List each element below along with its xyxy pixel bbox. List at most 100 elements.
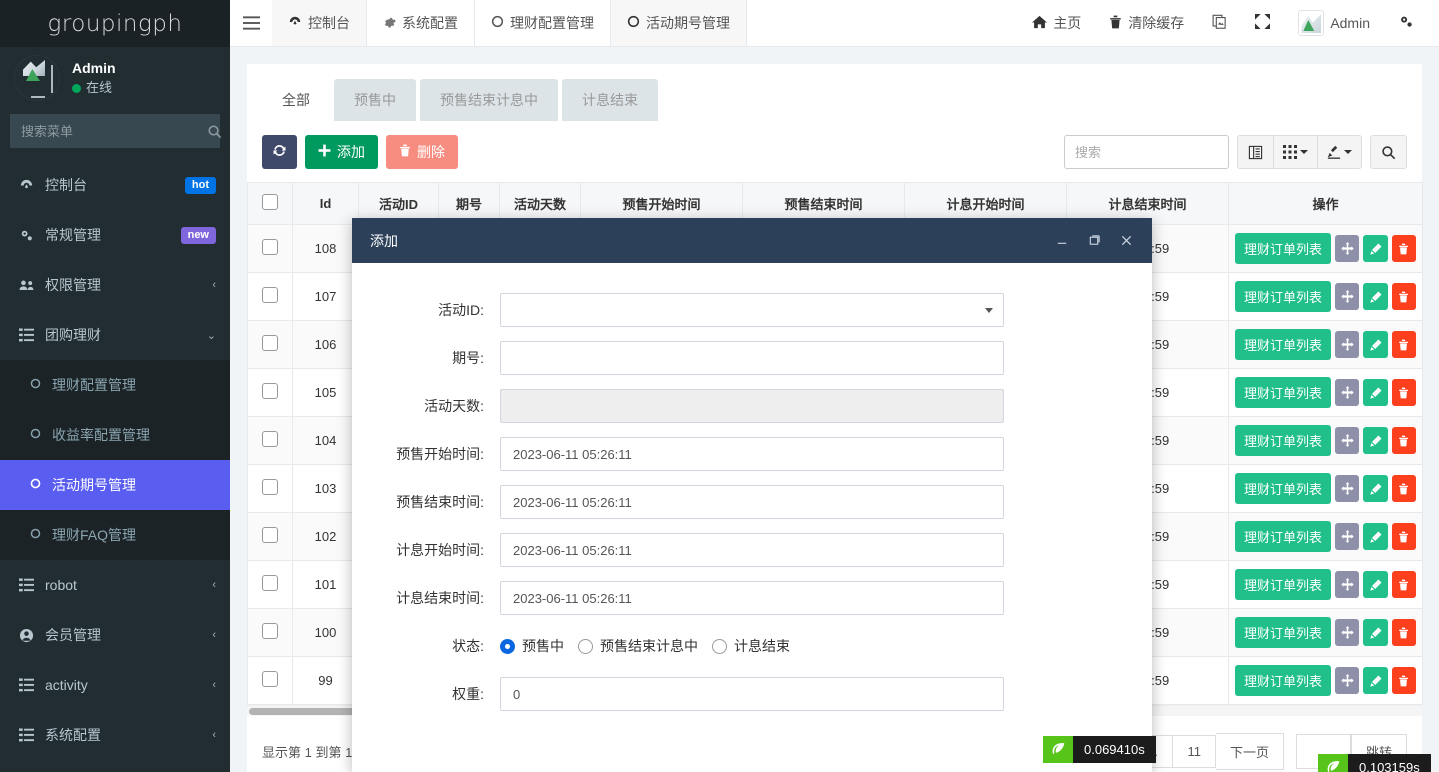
home-button[interactable]: 主页 <box>1019 0 1094 47</box>
columns-icon[interactable] <box>1237 135 1274 169</box>
order-list-button[interactable]: 理财订单列表 <box>1235 281 1331 312</box>
next-page-button[interactable]: 下一页 <box>1216 733 1284 770</box>
row-checkbox[interactable] <box>262 239 278 255</box>
radio-presale-ended-accruing[interactable]: 预售结束计息中 <box>578 636 698 656</box>
row-checkbox-cell[interactable] <box>248 225 293 273</box>
tab-presale-ended-accruing[interactable]: 预售结束计息中 <box>420 79 558 121</box>
move-icon[interactable] <box>1335 379 1359 406</box>
accrual-end-input[interactable] <box>500 581 1004 615</box>
trash-icon[interactable] <box>1392 523 1416 550</box>
sidebar-item-members[interactable]: 会员管理 ‹ <box>0 610 230 660</box>
row-checkbox-cell[interactable] <box>248 417 293 465</box>
move-icon[interactable] <box>1335 475 1359 502</box>
row-checkbox-cell[interactable] <box>248 273 293 321</box>
order-list-button[interactable]: 理财订单列表 <box>1235 377 1331 408</box>
pencil-icon[interactable] <box>1363 379 1387 406</box>
move-icon[interactable] <box>1335 619 1359 646</box>
add-button[interactable]: 添加 <box>305 135 378 169</box>
top-tab-finance-config[interactable]: 理财配置管理 <box>475 0 611 46</box>
order-list-button[interactable]: 理财订单列表 <box>1235 665 1331 696</box>
row-checkbox[interactable] <box>262 527 278 543</box>
hamburger-icon[interactable] <box>230 0 272 46</box>
row-checkbox[interactable] <box>262 671 278 687</box>
row-checkbox[interactable] <box>262 383 278 399</box>
row-checkbox[interactable] <box>262 575 278 591</box>
trash-icon[interactable] <box>1392 667 1416 694</box>
row-checkbox-cell[interactable] <box>248 321 293 369</box>
row-checkbox-cell[interactable] <box>248 465 293 513</box>
trash-icon[interactable] <box>1392 379 1416 406</box>
trash-icon[interactable] <box>1392 331 1416 358</box>
row-checkbox[interactable] <box>262 335 278 351</box>
row-checkbox[interactable] <box>262 287 278 303</box>
pencil-icon[interactable] <box>1363 427 1387 454</box>
table-search-input[interactable] <box>1064 135 1229 169</box>
maximize-icon[interactable] <box>1080 227 1108 255</box>
sidebar-item-system-config[interactable]: 系统配置 ‹ <box>0 710 230 760</box>
sidebar-item-activity[interactable]: activity ‹ <box>0 660 230 710</box>
row-checkbox-cell[interactable] <box>248 561 293 609</box>
order-list-button[interactable]: 理财订单列表 <box>1235 617 1331 648</box>
pencil-icon[interactable] <box>1363 667 1387 694</box>
order-list-button[interactable]: 理财订单列表 <box>1235 473 1331 504</box>
tab-accrual-ended[interactable]: 计息结束 <box>562 79 658 121</box>
sidebar-search[interactable] <box>10 114 220 148</box>
row-checkbox-cell[interactable] <box>248 369 293 417</box>
th-id[interactable]: Id <box>293 183 359 225</box>
move-icon[interactable] <box>1335 427 1359 454</box>
minimize-icon[interactable] <box>1048 227 1076 255</box>
weight-input[interactable] <box>500 677 1004 711</box>
row-checkbox[interactable] <box>262 479 278 495</box>
order-list-button[interactable]: 理财订单列表 <box>1235 569 1331 600</box>
row-checkbox[interactable] <box>262 431 278 447</box>
order-list-button[interactable]: 理财订单列表 <box>1235 425 1331 456</box>
presale-end-input[interactable] <box>500 485 1004 519</box>
sidebar-item-activity-period[interactable]: 活动期号管理 <box>0 460 230 510</box>
sidebar-item-permissions[interactable]: 权限管理 ‹ <box>0 260 230 310</box>
clear-cache-button[interactable]: 清除缓存 <box>1096 0 1197 47</box>
row-checkbox-cell[interactable] <box>248 513 293 561</box>
order-list-button[interactable]: 理财订单列表 <box>1235 521 1331 552</box>
refresh-button[interactable] <box>262 135 297 169</box>
select-all-checkbox[interactable] <box>262 194 278 210</box>
pencil-icon[interactable] <box>1363 331 1387 358</box>
tab-all[interactable]: 全部 <box>262 79 330 121</box>
activity-id-select[interactable] <box>500 293 1004 327</box>
top-tab-system-config[interactable]: 系统配置 <box>367 0 475 46</box>
settings-button[interactable] <box>1385 0 1427 47</box>
screenshot-button[interactable] <box>1199 0 1240 47</box>
trash-icon[interactable] <box>1392 427 1416 454</box>
search-icon[interactable] <box>1370 135 1407 169</box>
radio-presale[interactable]: 预售中 <box>500 636 564 656</box>
sidebar-item-rate-config[interactable]: 收益率配置管理 <box>0 410 230 460</box>
move-icon[interactable] <box>1335 283 1359 310</box>
grid-icon[interactable] <box>1274 135 1318 169</box>
period-input[interactable] <box>500 341 1004 375</box>
sidebar-item-finance-faq[interactable]: 理财FAQ管理 <box>0 510 230 560</box>
performance-badge[interactable]: 0.069410s <box>1043 736 1156 763</box>
sidebar-item-general[interactable]: 常规管理 new <box>0 210 230 260</box>
tab-presale[interactable]: 预售中 <box>334 79 416 121</box>
th-select-all[interactable] <box>248 183 293 225</box>
move-icon[interactable] <box>1335 571 1359 598</box>
user-menu[interactable]: Admin <box>1285 0 1383 47</box>
delete-button[interactable]: 删除 <box>386 135 458 169</box>
order-list-button[interactable]: 理财订单列表 <box>1235 329 1331 360</box>
trash-icon[interactable] <box>1392 619 1416 646</box>
top-tab-dashboard[interactable]: 控制台 <box>272 0 367 46</box>
accrual-start-input[interactable] <box>500 533 1004 567</box>
move-icon[interactable] <box>1335 667 1359 694</box>
search-icon[interactable] <box>207 115 222 147</box>
pencil-icon[interactable] <box>1363 571 1387 598</box>
move-icon[interactable] <box>1335 331 1359 358</box>
radio-accrual-ended[interactable]: 计息结束 <box>712 636 790 656</box>
close-icon[interactable] <box>1112 227 1140 255</box>
pencil-icon[interactable] <box>1363 235 1387 262</box>
fullscreen-button[interactable] <box>1242 0 1283 47</box>
row-checkbox-cell[interactable] <box>248 609 293 657</box>
sidebar-item-finance-config[interactable]: 理财配置管理 <box>0 360 230 410</box>
pencil-icon[interactable] <box>1363 523 1387 550</box>
page-11[interactable]: 11 <box>1173 735 1216 768</box>
order-list-button[interactable]: 理财订单列表 <box>1235 233 1331 264</box>
top-tab-activity-period[interactable]: 活动期号管理 <box>611 0 747 46</box>
